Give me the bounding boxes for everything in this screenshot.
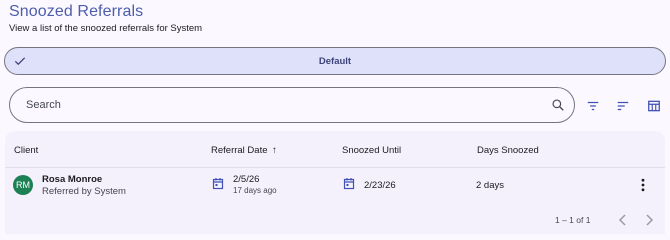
column-header-referral-date[interactable]: Referral Date ↑ bbox=[211, 145, 277, 156]
search-bar[interactable] bbox=[9, 87, 575, 123]
days-snoozed: 2 days bbox=[476, 180, 504, 191]
referral-date: 2/5/26 bbox=[233, 174, 260, 185]
sort-ascending-icon: ↑ bbox=[272, 145, 277, 156]
referred-by: Referred by System bbox=[42, 186, 126, 197]
column-header-snoozed-until[interactable]: Snoozed Until bbox=[342, 145, 401, 156]
more-vert-icon[interactable] bbox=[640, 178, 646, 192]
column-header-days-snoozed[interactable]: Days Snoozed bbox=[477, 145, 539, 156]
view-chip-label: Default bbox=[318, 55, 352, 67]
columns-icon[interactable] bbox=[647, 99, 661, 113]
calendar-icon bbox=[212, 178, 224, 190]
check-icon bbox=[14, 57, 26, 66]
pagination-range: 1 – 1 of 1 bbox=[555, 215, 591, 225]
chevron-left-icon[interactable] bbox=[618, 214, 628, 226]
header-divider bbox=[5, 167, 665, 168]
view-default-chip[interactable]: Default bbox=[4, 47, 666, 75]
column-header-client[interactable]: Client bbox=[14, 145, 38, 156]
avatar: RM bbox=[13, 175, 33, 195]
search-icon[interactable] bbox=[551, 98, 565, 112]
page-title: Snoozed Referrals bbox=[9, 3, 144, 20]
chevron-right-icon[interactable] bbox=[644, 214, 654, 226]
calendar-icon bbox=[343, 178, 355, 190]
search-input[interactable] bbox=[26, 99, 526, 111]
column-header-label: Referral Date bbox=[211, 145, 268, 156]
filter-icon[interactable] bbox=[586, 99, 600, 113]
client-name[interactable]: Rosa Monroe bbox=[42, 174, 102, 185]
sort-icon[interactable] bbox=[616, 99, 630, 113]
referral-date-relative: 17 days ago bbox=[233, 186, 277, 195]
snoozed-until-date: 2/23/26 bbox=[364, 180, 396, 191]
referrals-table: Client Referral Date ↑ Snoozed Until Day… bbox=[5, 131, 665, 234]
page-subtitle: View a list of the snoozed referrals for… bbox=[9, 23, 203, 34]
